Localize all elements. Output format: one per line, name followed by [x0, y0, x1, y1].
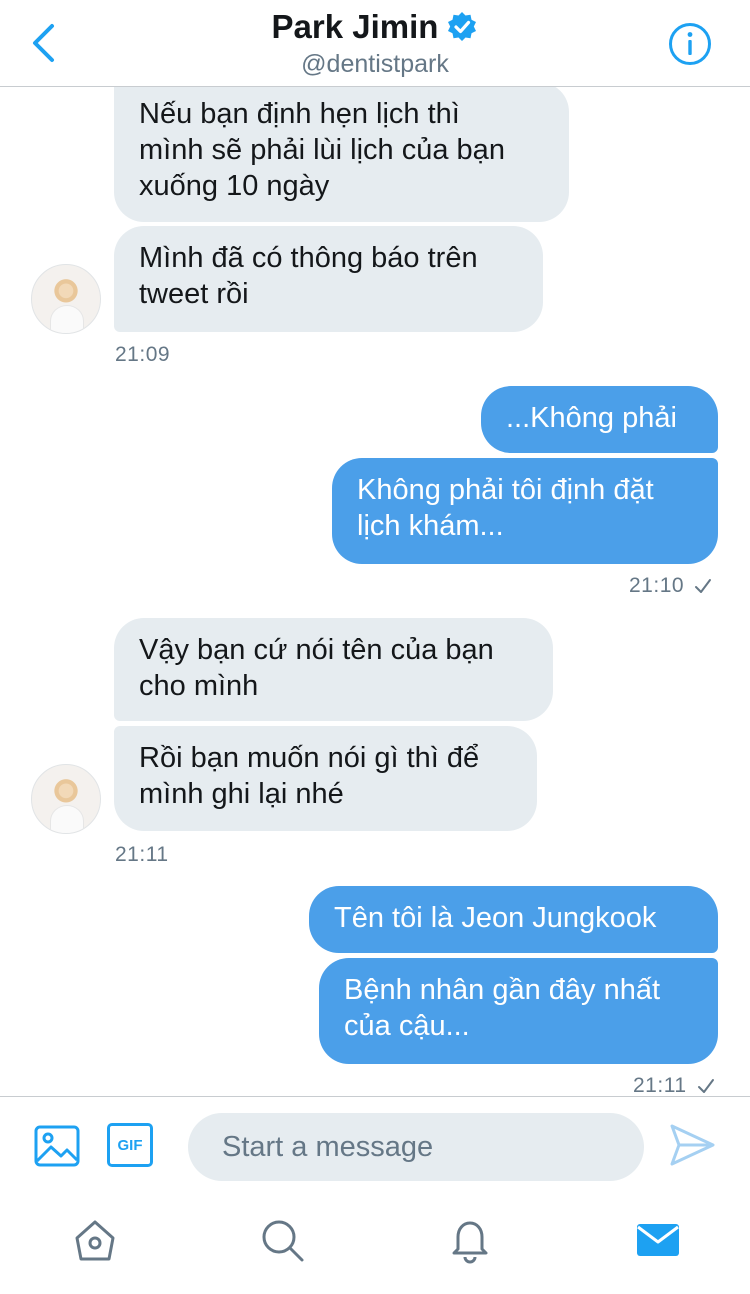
message-bubble-outgoing[interactable]: Bệnh nhân gần đây nhất của cậu... — [319, 958, 718, 1064]
avatar[interactable] — [31, 264, 101, 334]
message-list[interactable]: Nếu bạn định hẹn lịch thì mình sẽ phải l… — [0, 86, 750, 1096]
timestamp: 21:10 — [629, 574, 712, 598]
info-icon — [669, 23, 711, 65]
message-bubble-incoming[interactable]: Mình đã có thông báo trên tweet rồi — [114, 226, 543, 332]
contact-name: Park Jimin — [271, 8, 439, 45]
tab-search[interactable] — [258, 1216, 306, 1264]
search-icon — [262, 1220, 304, 1262]
timestamp-text: 21:10 — [629, 574, 685, 597]
tab-messages[interactable] — [634, 1216, 682, 1264]
timestamp: 21:11 — [633, 1074, 715, 1096]
send-icon — [670, 1124, 715, 1166]
notifications-icon — [452, 1221, 488, 1264]
message-bubble-outgoing[interactable]: ...Không phải — [481, 386, 718, 453]
verified-badge-icon — [448, 12, 477, 41]
add-gif-button[interactable]: GIF — [107, 1123, 153, 1167]
message-bubble-outgoing[interactable]: Không phải tôi định đặt lịch khám... — [332, 458, 718, 564]
timestamp: 21:11 — [115, 843, 169, 866]
contact-handle: @dentistpark — [301, 50, 449, 78]
mail-icon — [637, 1224, 679, 1256]
conversation-title[interactable]: Park Jimin @dentistpark — [0, 8, 750, 79]
send-button[interactable] — [668, 1121, 716, 1169]
checkmark-icon — [695, 579, 712, 593]
message-bubble-incoming[interactable]: Vậy bạn cứ nói tên của bạn cho mình — [114, 618, 553, 721]
message-bubble-outgoing[interactable]: Tên tôi là Jeon Jungkook — [309, 886, 718, 953]
tab-notifications[interactable] — [446, 1216, 494, 1264]
message-bubble-incoming[interactable]: Nếu bạn định hẹn lịch thì mình sẽ phải l… — [114, 86, 569, 222]
checkmark-icon — [697, 1079, 714, 1093]
tab-bar — [0, 1196, 750, 1294]
add-photo-button[interactable] — [34, 1123, 80, 1169]
avatar[interactable] — [31, 764, 101, 834]
message-input[interactable] — [188, 1113, 644, 1181]
info-button[interactable] — [668, 22, 712, 66]
message-composer: GIF — [0, 1096, 750, 1197]
tab-home[interactable] — [71, 1216, 119, 1264]
conversation-header: Park Jimin @dentistpark — [0, 0, 750, 87]
timestamp-text: 21:11 — [633, 1074, 687, 1096]
home-icon — [75, 1220, 115, 1261]
image-icon — [34, 1125, 80, 1167]
timestamp: 21:09 — [115, 343, 171, 366]
message-bubble-incoming[interactable]: Rồi bạn muốn nói gì thì để mình ghi lại … — [114, 726, 537, 831]
